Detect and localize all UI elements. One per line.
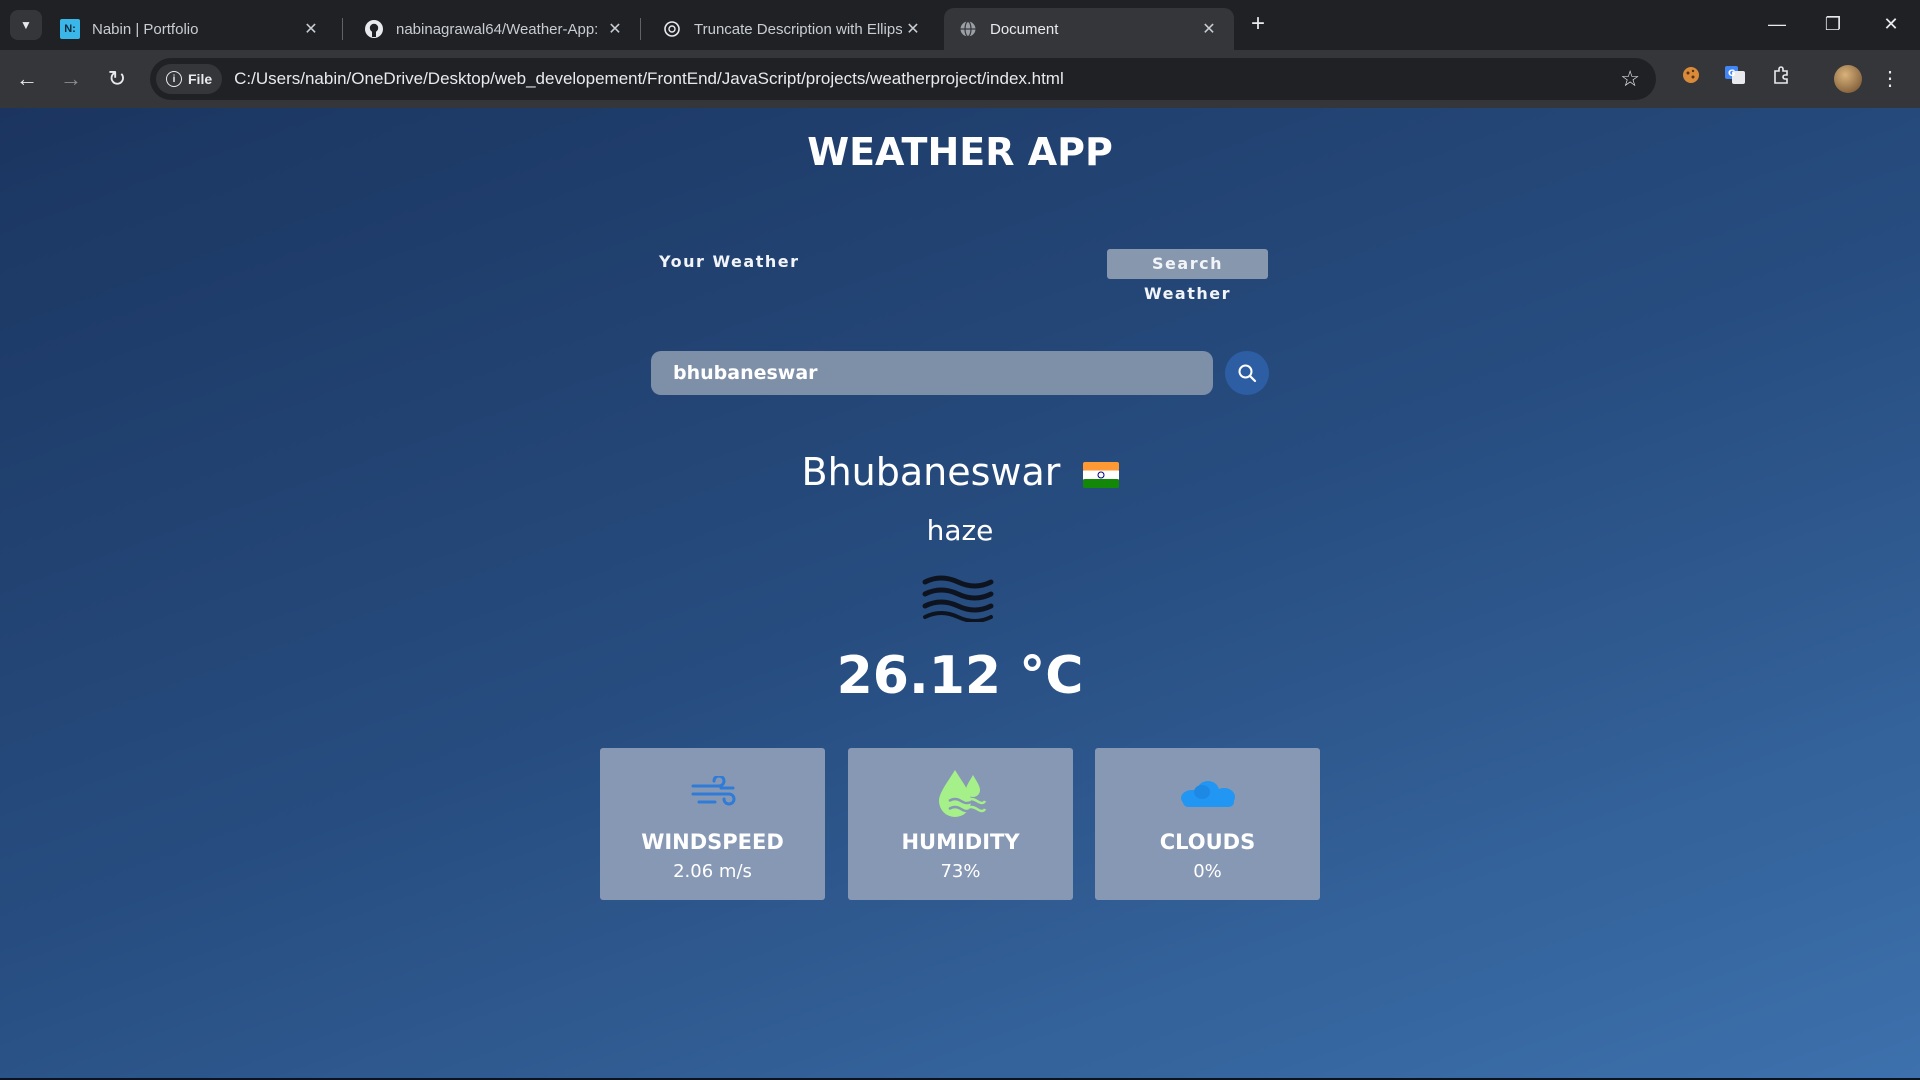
site-info-chip[interactable]: i File xyxy=(156,64,223,94)
windspeed-value: 2.06 m/s xyxy=(673,861,752,882)
clouds-card: CLOUDS 0% xyxy=(1095,748,1320,900)
back-arrow-icon[interactable]: ← xyxy=(12,64,42,94)
kebab-menu-icon[interactable]: ⋮ xyxy=(1880,64,1900,94)
extensions-puzzle-icon[interactable] xyxy=(1766,64,1796,94)
browser-tab-strip: ▼ N: Nabin | Portfolio ✕ nabinagrawal64/… xyxy=(0,0,1920,50)
weather-description: haze xyxy=(926,514,994,547)
profile-avatar[interactable] xyxy=(1834,65,1862,93)
browser-tab-document[interactable]: Document ✕ xyxy=(944,8,1234,50)
close-tab-icon[interactable]: ✕ xyxy=(1198,19,1220,39)
tab-search-weather[interactable]: Search Weather xyxy=(1107,249,1268,303)
forward-arrow-icon[interactable]: → xyxy=(56,64,86,94)
address-bar[interactable]: i File C:/Users/nabin/OneDrive/Desktop/w… xyxy=(150,58,1656,100)
chatgpt-icon xyxy=(662,19,682,39)
app-title: WEATHER APP xyxy=(807,130,1113,174)
browser-tab-chatgpt[interactable]: Truncate Description with Ellips ✕ xyxy=(648,8,938,50)
close-tab-icon[interactable]: ✕ xyxy=(300,19,322,39)
clouds-label: CLOUDS xyxy=(1159,830,1256,854)
bookmark-star-icon[interactable]: ☆ xyxy=(1620,66,1640,92)
search-button[interactable] xyxy=(1225,351,1269,395)
tab-title: Nabin | Portfolio xyxy=(92,20,199,38)
city-search-input[interactable] xyxy=(651,351,1213,395)
tab-divider xyxy=(342,18,343,40)
tab-search-chevron-icon[interactable]: ▼ xyxy=(10,10,42,40)
browser-tab-portfolio[interactable]: N: Nabin | Portfolio ✕ xyxy=(46,8,336,50)
minimize-icon[interactable]: — xyxy=(1754,6,1800,42)
site-info-label: File xyxy=(188,71,213,87)
globe-icon xyxy=(958,19,978,39)
tab-title: nabinagrawal64/Weather-App: xyxy=(396,20,599,38)
github-icon xyxy=(364,19,384,39)
url-text[interactable]: C:/Users/nabin/OneDrive/Desktop/web_deve… xyxy=(234,69,1064,89)
wind-icon xyxy=(600,768,825,818)
windspeed-card: WINDSPEED 2.06 m/s xyxy=(600,748,825,900)
haze-icon xyxy=(921,574,995,626)
restore-icon[interactable]: ❐ xyxy=(1810,6,1856,42)
new-tab-plus-icon[interactable]: + xyxy=(1244,10,1272,38)
search-icon xyxy=(1238,364,1257,383)
portfolio-favicon-icon: N: xyxy=(60,19,80,39)
tab-divider xyxy=(640,18,641,40)
cloud-icon xyxy=(1095,768,1320,818)
humidity-label: HUMIDITY xyxy=(901,830,1020,854)
tab-title: Document xyxy=(990,20,1059,38)
svg-text:G: G xyxy=(1728,69,1735,79)
translate-extension-icon[interactable]: G xyxy=(1720,64,1750,94)
close-tab-icon[interactable]: ✕ xyxy=(902,19,924,39)
humidity-card: HUMIDITY 73% xyxy=(848,748,1073,900)
humidity-icon xyxy=(848,768,1073,818)
city-name: Bhubaneswar xyxy=(801,450,1061,494)
tab-title: Truncate Description with Ellips xyxy=(694,20,902,38)
temperature: 26.12 °C xyxy=(836,646,1084,706)
humidity-value: 73% xyxy=(940,861,981,882)
india-flag-icon xyxy=(1082,451,1119,499)
weather-app-page: WEATHER APP Your Weather Search Weather … xyxy=(0,108,1920,1080)
info-icon: i xyxy=(166,71,182,87)
clouds-value: 0% xyxy=(1193,861,1222,882)
reload-icon[interactable]: ↻ xyxy=(102,64,132,94)
browser-tab-github[interactable]: nabinagrawal64/Weather-App: ✕ xyxy=(350,8,640,50)
city-name-row: Bhubaneswar xyxy=(0,448,1920,499)
close-window-icon[interactable]: ✕ xyxy=(1868,6,1914,42)
browser-toolbar: ← → ↻ i File C:/Users/nabin/OneDrive/Des… xyxy=(0,50,1920,109)
close-tab-icon[interactable]: ✕ xyxy=(604,19,626,39)
cookie-extension-icon[interactable] xyxy=(1676,64,1706,94)
tab-your-weather[interactable]: Your Weather xyxy=(659,252,799,271)
windspeed-label: WINDSPEED xyxy=(641,830,784,854)
